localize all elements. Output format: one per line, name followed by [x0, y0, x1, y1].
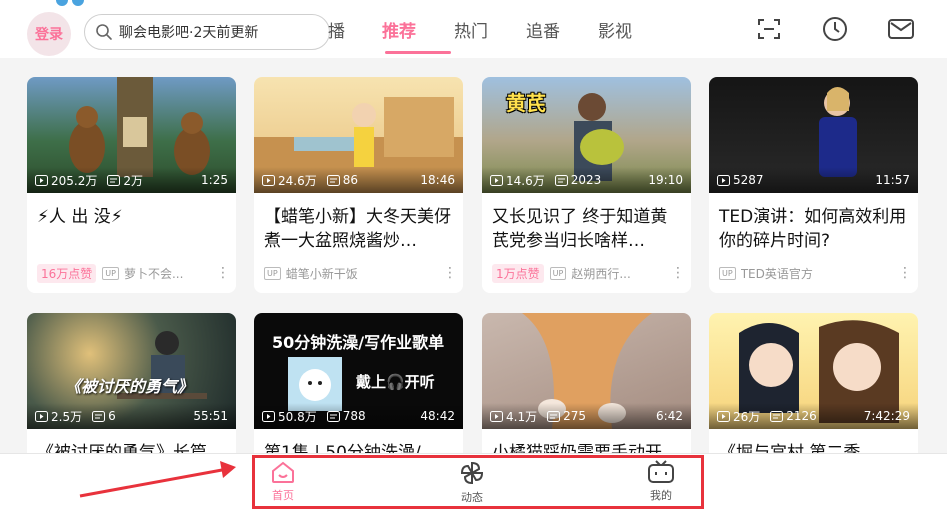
danmaku-icon [554, 174, 568, 186]
video-thumbnail[interactable]: 5287 11:57 [709, 77, 918, 193]
comment-count: 2126 [770, 409, 817, 423]
video-card[interactable]: 黄芪 14.6万 2023 19:10 又长见识了 终于知道黄芪党参当归长啥样…… [482, 77, 691, 293]
more-options-icon[interactable]: ⋮ [671, 265, 685, 281]
top-bar: 登录 聊会电影吧·2天前更新 播 推荐 热门 追番 影视 [0, 0, 947, 58]
comment-count: 6 [92, 409, 116, 423]
video-thumbnail[interactable]: 黄芪 14.6万 2023 19:10 [482, 77, 691, 193]
play-count-icon [490, 174, 503, 186]
video-card[interactable]: 24.6万 86 18:46 【蜡笔小新】大冬天美伢煮一大盆照烧酱炒… UP 蜡… [254, 77, 463, 293]
video-duration: 48:42 [420, 409, 455, 423]
video-thumbnail[interactable]: 《被讨厌的勇气》 2.5万 6 55:51 [27, 313, 236, 429]
thumbnail-subcaption: 戴上🎧开听 [356, 373, 435, 391]
search-input[interactable]: 聊会电影吧·2天前更新 [84, 14, 330, 50]
danmaku-icon [326, 174, 340, 186]
video-duration: 6:42 [656, 409, 683, 423]
uploader-name[interactable]: 萝卜不会... [124, 265, 216, 282]
login-button[interactable]: 登录 [27, 12, 71, 56]
like-badge: 16万点赞 [37, 263, 97, 283]
up-icon: UP [719, 266, 736, 280]
play-count-icon [490, 410, 503, 422]
comment-count: 2万 [107, 172, 143, 189]
view-count: 14.6万 [490, 172, 545, 189]
play-count-icon [262, 410, 275, 422]
danmaku-icon [326, 410, 340, 422]
tab-live[interactable]: 播 [328, 14, 382, 54]
up-icon: UP [549, 266, 567, 280]
view-count: 26万 [717, 408, 760, 425]
more-options-icon[interactable]: ⋮ [443, 265, 457, 281]
like-badge: 1万点赞 [492, 263, 544, 283]
play-count-icon [35, 410, 48, 422]
video-thumbnail[interactable]: 205.2万 2万 1:25 [27, 77, 236, 193]
comment-count: 2023 [554, 173, 601, 187]
view-count: 5287 [717, 173, 764, 187]
thumbnail-caption: 50分钟洗澡/写作业歌单 [272, 333, 445, 352]
video-title[interactable]: TED演讲：如何高效利用你的碎片时间? [709, 193, 918, 253]
search-icon [96, 24, 112, 40]
uploader-name[interactable]: TED英语官方 [741, 265, 898, 282]
tab-film[interactable]: 影视 [598, 14, 658, 54]
comment-count: 275 [547, 409, 586, 423]
danmaku-icon [92, 410, 106, 422]
view-count: 50.8万 [262, 408, 317, 425]
thumbnail-caption: 《被讨厌的勇气》 [65, 377, 194, 396]
view-count: 24.6万 [262, 172, 317, 189]
play-count-icon [35, 174, 48, 186]
video-thumbnail[interactable]: 24.6万 86 18:46 [254, 77, 463, 193]
thumbnail-caption: 黄芪 [506, 91, 546, 115]
video-duration: 7:42:29 [863, 409, 910, 423]
video-duration: 11:57 [875, 173, 910, 187]
video-duration: 55:51 [193, 409, 228, 423]
video-duration: 18:46 [420, 173, 455, 187]
tab-anime[interactable]: 追番 [526, 14, 598, 54]
danmaku-icon [547, 410, 561, 422]
video-thumbnail[interactable]: 26万 2126 7:42:29 [709, 313, 918, 429]
video-card[interactable]: 205.2万 2万 1:25 ⚡人 出 没⚡ 16万点赞 UP 萝卜不会... … [27, 77, 236, 293]
danmaku-icon [107, 174, 121, 186]
comment-count: 86 [326, 173, 358, 187]
search-placeholder: 聊会电影吧·2天前更新 [119, 25, 259, 41]
channel-tabs: 播 推荐 热门 追番 影视 [328, 14, 658, 54]
up-icon: UP [102, 266, 119, 280]
video-title[interactable]: 【蜡笔小新】大冬天美伢煮一大盆照烧酱炒… [254, 193, 463, 253]
status-dots [56, 0, 84, 6]
comment-count: 788 [326, 409, 366, 423]
video-card[interactable]: 5287 11:57 TED演讲：如何高效利用你的碎片时间? UP TED英语官… [709, 77, 918, 293]
tab-popular[interactable]: 热门 [454, 14, 526, 54]
video-duration: 19:10 [648, 173, 683, 187]
view-count: 4.1万 [490, 408, 537, 425]
video-title[interactable]: 又长见识了 终于知道黄芪党参当归长啥样… [482, 193, 691, 253]
more-options-icon[interactable]: ⋮ [898, 265, 912, 281]
scan-icon[interactable] [754, 14, 784, 44]
annotation-highlight-box [252, 455, 704, 509]
video-thumbnail[interactable]: 4.1万 275 6:42 [482, 313, 691, 429]
message-envelope-icon[interactable] [886, 14, 916, 44]
danmaku-icon [770, 410, 784, 422]
view-count: 205.2万 [35, 172, 97, 189]
up-icon: UP [264, 266, 281, 280]
play-count-icon [717, 174, 730, 186]
tab-recommend[interactable]: 推荐 [382, 14, 454, 54]
video-title[interactable]: ⚡人 出 没⚡ [27, 193, 236, 253]
uploader-name[interactable]: 蜡笔小新干饭 [286, 265, 443, 282]
uploader-name[interactable]: 赵朔西行... [571, 265, 671, 282]
more-options-icon[interactable]: ⋮ [216, 265, 230, 281]
history-clock-icon[interactable] [820, 14, 850, 44]
play-count-icon [717, 410, 730, 422]
view-count: 2.5万 [35, 408, 82, 425]
play-count-icon [262, 174, 275, 186]
video-duration: 1:25 [201, 173, 228, 187]
video-thumbnail[interactable]: 50分钟洗澡/写作业歌单 戴上🎧开听 50.8万 788 48:42 [254, 313, 463, 429]
